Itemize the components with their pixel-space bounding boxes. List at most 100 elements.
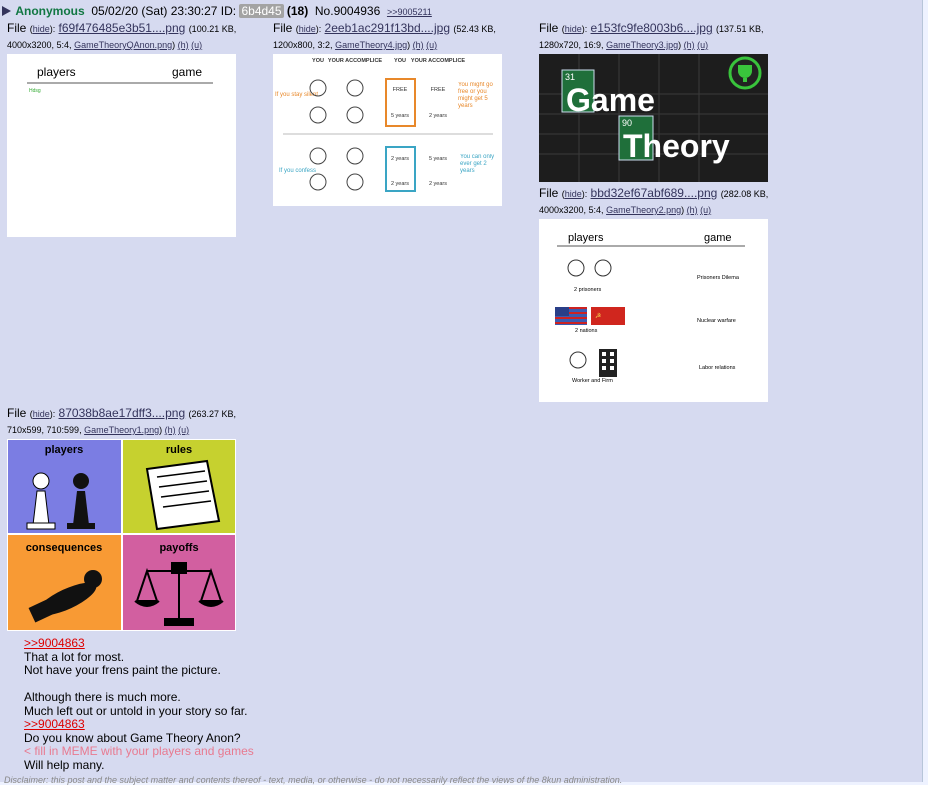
post-number[interactable]: No.9004936 xyxy=(315,4,380,18)
file-info-5: File (hide): 87038b8ae17dff3....png (263… xyxy=(7,406,236,435)
orangetext-line: < fill in MEME with your players and gam… xyxy=(24,744,254,758)
quote-link[interactable]: >>9004863 xyxy=(24,717,254,732)
cell-2y-2: 2 years xyxy=(391,156,409,162)
file-label: File xyxy=(7,21,27,35)
game-label: game xyxy=(704,232,732,244)
original-filename[interactable]: GameTheory4.jpg xyxy=(335,40,407,50)
row3-game: Labor relations xyxy=(699,365,736,371)
row2-game: Nuclear warfare xyxy=(697,318,736,324)
hide-link[interactable]: hide xyxy=(565,24,582,34)
thumbnail-image: YOU YOUR ACCOMPLICE YOU YOUR ACCOMPLICE … xyxy=(275,58,495,192)
body-line: That a lot for most. xyxy=(24,649,125,664)
file-info-4: File (hide): bbd32ef67abf689....png (282… xyxy=(539,186,769,215)
file-link[interactable]: bbd32ef67abf689....png xyxy=(591,186,718,200)
post-count: (18) xyxy=(286,4,309,18)
cell-free-1: FREE xyxy=(393,87,408,93)
body-line: Not have your frens paint the picture. xyxy=(24,663,221,677)
original-filename[interactable]: GameTheoryQAnon.png xyxy=(74,40,172,50)
original-filename[interactable]: GameTheory3.jpg xyxy=(606,40,678,50)
body-line: Although there is much more. xyxy=(24,690,181,704)
cell-2y-3: 2 years xyxy=(391,181,409,187)
thumbnail-game-theory-logo[interactable]: 31 Game 90 Theory xyxy=(539,54,768,182)
row1-game: Prisoners Dilema xyxy=(697,275,740,281)
row3-players: Worker and Firm xyxy=(572,378,613,384)
hide-link[interactable]: hide xyxy=(299,24,316,34)
body-line: Do you know about Game Theory Anon? xyxy=(24,730,241,745)
upload-link[interactable]: (u) xyxy=(426,40,437,50)
thumbnail-prisoners-dilemma[interactable]: YOU YOUR ACCOMPLICE YOU YOUR ACCOMPLICE … xyxy=(273,54,502,206)
post-menu-arrow-icon[interactable] xyxy=(2,6,11,16)
note-silent: You might go free or you might get 5 yea… xyxy=(458,82,493,109)
upload-link[interactable]: (u) xyxy=(178,425,189,435)
file-label: File xyxy=(273,21,293,35)
note-confess: You can only ever get 2 years xyxy=(460,154,495,174)
hash-link[interactable]: (h) xyxy=(178,40,189,50)
hide-link[interactable]: hide xyxy=(565,189,582,199)
row1-players: 2 prisoners xyxy=(574,287,601,293)
file-label: File xyxy=(539,186,559,200)
green-note: Hdsg xyxy=(29,88,41,94)
cell-2y-1: 2 years xyxy=(429,113,447,119)
id-label: ID: xyxy=(220,4,237,18)
players-label: players xyxy=(568,232,604,244)
post-container: Anonymous 05/02/20 (Sat) 23:30:27 ID: 6b… xyxy=(0,0,923,785)
file-info-2: File (hide): 2eeb1ac291f13bd....jpg (52.… xyxy=(273,21,496,50)
post-datetime: 05/02/20 (Sat) 23:30:27 xyxy=(91,4,218,18)
file-link[interactable]: e153fc9fe8003b6....jpg xyxy=(591,21,713,35)
logo-number-1: 31 xyxy=(565,72,575,82)
file-label: File xyxy=(7,406,27,420)
file-link[interactable]: 87038b8ae17dff3....png xyxy=(59,406,186,420)
cell-5y-2: 5 years xyxy=(429,156,447,162)
file-info-3: File (hide): e153fc9fe8003b6....jpg (137… xyxy=(539,21,764,50)
original-filename[interactable]: GameTheory1.png xyxy=(84,425,159,435)
logo-word-2: Theory xyxy=(623,128,730,164)
body-line: Will help many. xyxy=(24,757,105,772)
poster-id[interactable]: 6b4d45 xyxy=(239,4,284,18)
post-body: >>9004863 That a lot for most. Not have … xyxy=(24,636,254,772)
game-label: game xyxy=(172,65,202,79)
thumbnail-players-games[interactable]: players game 2 prisoners Prisoners Dilem… xyxy=(539,219,768,402)
upload-link[interactable]: (u) xyxy=(191,40,202,50)
hash-link[interactable]: (h) xyxy=(165,425,176,435)
post-header: Anonymous 05/02/20 (Sat) 23:30:27 ID: 6b… xyxy=(2,4,432,19)
hash-link[interactable]: (h) xyxy=(687,205,698,215)
quote-link[interactable]: >>9004863 xyxy=(24,636,254,651)
col-accomplice-2: YOUR ACCOMPLICE xyxy=(411,58,466,64)
thumbnail-image: 31 Game 90 Theory xyxy=(539,54,768,182)
row-confess-label: If you confess xyxy=(279,168,316,174)
author-name: Anonymous xyxy=(15,4,85,18)
paper-rules-icon xyxy=(145,459,221,531)
thumbnail-image: players game 2 prisoners Prisoners Dilem… xyxy=(555,232,745,384)
thumbnail-gametheory-qanon[interactable]: players game Hdsg xyxy=(7,54,236,237)
quadrant-rules: rules xyxy=(166,444,192,456)
disclaimer: Disclaimer: this post and the subject ma… xyxy=(4,775,623,785)
col-you-2: YOU xyxy=(394,58,406,64)
hide-link[interactable]: hide xyxy=(33,409,50,419)
file-link[interactable]: f69f476485e3b51....png xyxy=(59,21,186,35)
cell-5y-1: 5 years xyxy=(391,113,409,119)
file-label: File xyxy=(539,21,559,35)
original-filename[interactable]: GameTheory2.png xyxy=(606,205,681,215)
file-link[interactable]: 2eeb1ac291f13bd....jpg xyxy=(325,21,450,35)
reply-backlink[interactable]: >>9005211 xyxy=(387,7,432,17)
col-accomplice-1: YOUR ACCOMPLICE xyxy=(328,58,383,64)
file-info-1: File (hide): f69f476485e3b51....png (100… xyxy=(7,21,237,50)
players-label: players xyxy=(37,65,76,79)
logo-word-1: Game xyxy=(566,82,655,118)
thumbnail-image: players game Hdsg xyxy=(27,65,213,94)
thumbnail-image: players rules consequences payoffs xyxy=(8,440,235,630)
hash-link[interactable]: (h) xyxy=(413,40,424,50)
col-you-1: YOU xyxy=(312,58,324,64)
row2-players: 2 nations xyxy=(575,328,598,334)
upload-link[interactable]: (u) xyxy=(700,205,711,215)
logo-number-2: 90 xyxy=(622,118,632,128)
quadrant-consequences: consequences xyxy=(26,542,102,554)
hash-link[interactable]: (h) xyxy=(684,40,695,50)
thumbnail-game-elements[interactable]: players rules consequences payoffs xyxy=(7,439,236,631)
svg-text:☭: ☭ xyxy=(595,312,601,320)
upload-link[interactable]: (u) xyxy=(697,40,708,50)
hide-link[interactable]: hide xyxy=(33,24,50,34)
cell-free-2: FREE xyxy=(431,87,446,93)
body-line: Much left out or untold in your story so… xyxy=(24,703,248,718)
quadrant-payoffs: payoffs xyxy=(159,542,198,554)
